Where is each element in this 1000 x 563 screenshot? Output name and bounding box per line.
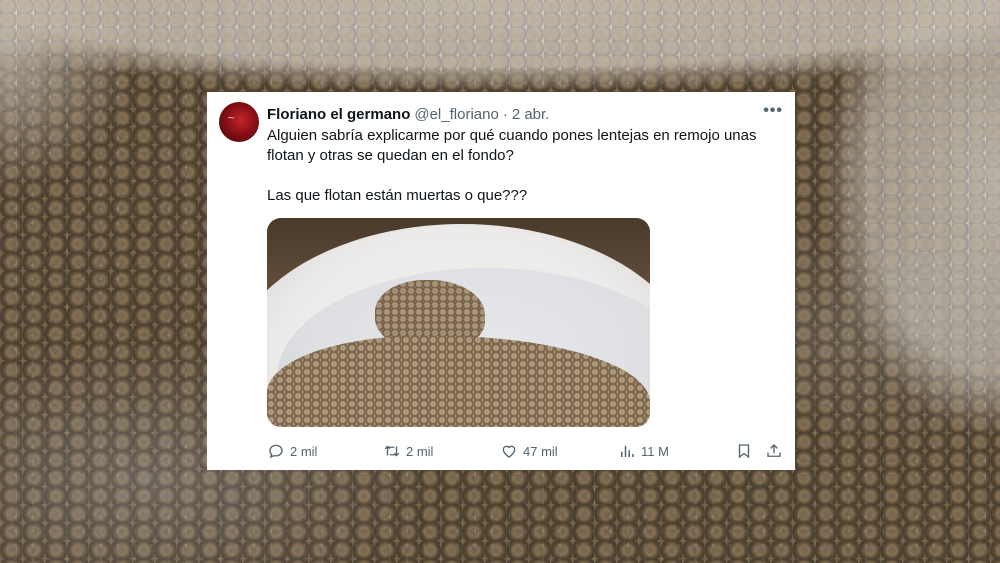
more-icon[interactable]: ••• [763,102,783,120]
tweet-photo[interactable] [267,218,650,427]
like-button[interactable]: 47 mil [500,441,558,461]
tweet-card[interactable]: ~ Floriano el germano @el_floriano · 2 a… [207,92,795,470]
views-button[interactable]: 11 M [618,441,669,461]
reply-count: 2 mil [290,443,318,459]
tweet-text: Alguien sabría explicarme por qué cuando… [267,126,787,206]
display-name[interactable]: Floriano el germano [267,106,410,123]
separator-dot: · [502,105,508,123]
tweet-date[interactable]: 2 abr. [512,106,550,123]
tweet-header: Floriano el germano @el_floriano · 2 abr… [267,102,783,124]
share-icon [767,444,781,457]
retweet-count: 2 mil [406,443,434,459]
like-count: 47 mil [523,443,558,459]
retweet-icon [384,445,400,457]
reply-icon [269,444,283,459]
views-count: 11 M [641,443,669,459]
avatar[interactable]: ~ [219,102,259,142]
retweet-button[interactable]: 2 mil [383,441,433,461]
bookmark-button[interactable] [735,441,753,461]
views-icon [621,445,634,457]
share-button[interactable] [765,441,783,461]
tweet-text-line: Las que flotan están muertas o que??? [267,187,528,204]
reply-button[interactable]: 2 mil [267,441,317,461]
bookmark-icon [738,444,750,459]
tweet-text-line: Alguien sabría explicarme por qué cuando… [267,127,757,164]
action-bar: 2 mil 2 mil 47 mil 11 M [267,441,783,461]
user-handle[interactable]: @el_floriano [414,106,498,123]
heart-icon [502,445,516,458]
